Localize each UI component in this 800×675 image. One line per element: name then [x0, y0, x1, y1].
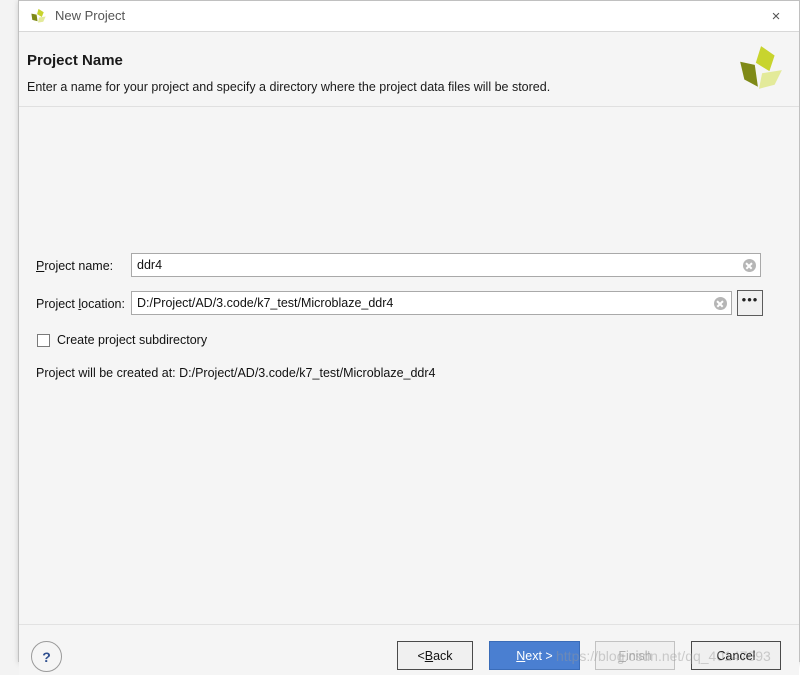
page-title: Project Name	[27, 52, 123, 69]
create-subdirectory-label: Create project subdirectory	[57, 333, 208, 347]
project-name-input[interactable]: ddr4	[131, 253, 761, 277]
back-button-mnemonic: B	[424, 648, 434, 663]
clear-circle-icon[interactable]	[738, 254, 760, 276]
close-icon[interactable]: ×	[753, 1, 799, 31]
next-button-mnemonic: N	[516, 648, 526, 663]
project-name-label: Project name:	[36, 259, 113, 273]
project-location-value: D:/Project/AD/3.code/k7_test/Microblaze_…	[137, 296, 394, 310]
project-path-status: Project will be created at: D:/Project/A…	[36, 366, 436, 380]
dialog-body: Project name: ddr4 Project location: D:/…	[19, 107, 799, 625]
dialog-titlebar[interactable]: New Project ×	[19, 1, 799, 32]
dialog-title: New Project	[55, 8, 126, 23]
back-button[interactable]: < Back	[397, 641, 473, 670]
dialog-footer: ? < Back Next > Finish Cancel	[19, 625, 799, 675]
project-location-label: Project location:	[36, 297, 125, 311]
browse-button[interactable]: •••	[737, 290, 763, 316]
create-subdirectory-checkbox[interactable]: Create project subdirectory	[37, 333, 207, 347]
next-button[interactable]: Next >	[489, 641, 580, 670]
project-location-label-pre: Project	[36, 297, 79, 311]
finish-button-mnemonic: F	[618, 648, 626, 663]
project-location-label-rest: ocation:	[81, 297, 125, 311]
help-button[interactable]: ?	[31, 641, 62, 672]
back-button-rest: ack	[433, 648, 453, 663]
finish-button: Finish	[595, 641, 675, 670]
page-description: Enter a name for your project and specif…	[27, 80, 551, 94]
back-button-pre: <	[417, 648, 425, 663]
next-button-rest: ext >	[525, 648, 553, 663]
project-location-input[interactable]: D:/Project/AD/3.code/k7_test/Microblaze_…	[131, 291, 732, 315]
xilinx-logo-icon	[29, 7, 48, 26]
dialog-header: Project Name Enter a name for your proje…	[19, 32, 799, 107]
screen: rs TC b in ad 0 0 0 0 0	[0, 0, 800, 675]
xilinx-brand-logo-icon	[737, 44, 783, 92]
new-project-dialog: New Project × Project Name Enter a name …	[18, 0, 800, 675]
project-name-label-rest: roject name:	[44, 259, 114, 273]
clear-circle-icon[interactable]	[709, 292, 731, 314]
checkbox-box-icon[interactable]	[37, 333, 50, 347]
cancel-button[interactable]: Cancel	[691, 641, 781, 670]
finish-button-rest: inish	[625, 648, 652, 663]
project-name-value: ddr4	[137, 258, 163, 272]
